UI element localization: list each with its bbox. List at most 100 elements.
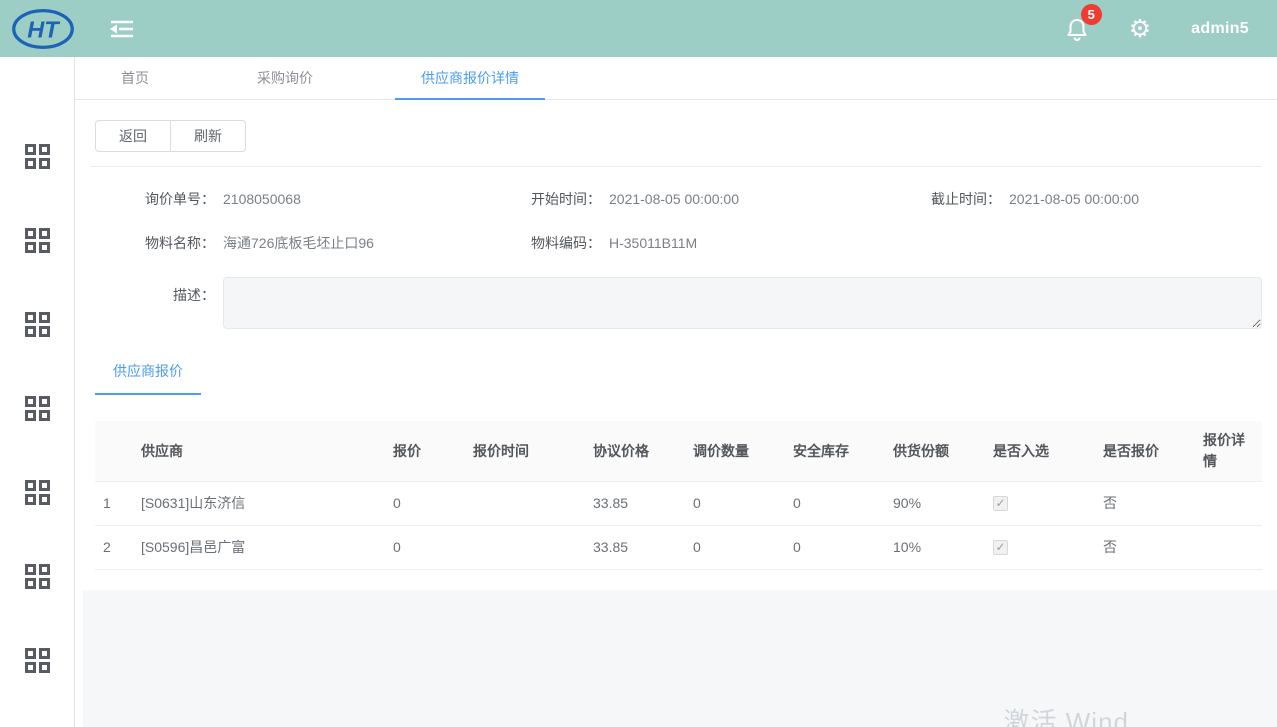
sidebar-item-2[interactable] [25, 223, 50, 258]
logo-text: HT [27, 16, 61, 42]
quote-cell: 0 [385, 481, 465, 525]
material-name-value: 海通726底板毛坯止口96 [223, 233, 374, 253]
toolbar: 返回 刷新 [75, 100, 1277, 152]
sidebar-item-1[interactable] [25, 139, 50, 174]
topbar-right: 5 ⚙ admin5 [1065, 16, 1249, 42]
quote-detail-cell [1195, 481, 1262, 525]
toolbar-button-group: 返回 刷新 [95, 120, 246, 152]
sidebar [0, 57, 75, 727]
field-end-time: 截止时间： 2021-08-05 00:00:00 [905, 189, 1262, 209]
quotes-table: 供应商 报价 报价时间 协议价格 调价数量 安全库存 供货份额 是否入选 是否报… [95, 421, 1262, 570]
field-material-code: 物料编码： H-35011B11M [505, 233, 905, 253]
end-time-value: 2021-08-05 00:00:00 [1009, 191, 1139, 207]
activate-windows-watermark: 激活 Wind [1004, 702, 1129, 727]
apps-grid-icon [25, 480, 50, 505]
quote-detail-cell [1195, 525, 1262, 569]
field-start-time: 开始时间： 2021-08-05 00:00:00 [505, 189, 905, 209]
col-quoted: 是否报价 [1095, 421, 1195, 481]
selected-cell: ✓ [985, 525, 1095, 569]
adjust-qty-cell: 0 [685, 481, 785, 525]
description-input[interactable] [223, 277, 1262, 329]
col-supplier: 供应商 [133, 421, 385, 481]
sidebar-item-4[interactable] [25, 391, 50, 426]
main-area: 首页 采购询价 供应商报价详情 返回 刷新 询价单号： 2108050068 [75, 57, 1277, 727]
selected-checkbox[interactable]: ✓ [993, 496, 1008, 511]
supplier-cell: [S0631]山东济信 [133, 481, 385, 525]
inquiry-no-label: 询价单号： [95, 189, 215, 209]
quoted-cell: 否 [1095, 525, 1195, 569]
inquiry-no-value: 2108050068 [223, 191, 301, 207]
apps-grid-icon [25, 396, 50, 421]
start-time-label: 开始时间： [505, 189, 601, 209]
table-row: 2 [S0596]昌邑广富 0 33.85 0 0 10% ✓ 否 [95, 525, 1262, 569]
quote-time-cell [465, 525, 585, 569]
sidebar-item-6[interactable] [25, 559, 50, 594]
inquiry-form: 询价单号： 2108050068 开始时间： 2021-08-05 00:00:… [75, 167, 1277, 347]
supply-share-cell: 90% [885, 481, 985, 525]
form-row-1: 询价单号： 2108050068 开始时间： 2021-08-05 00:00:… [95, 189, 1262, 209]
quote-subtabs: 供应商报价 [75, 351, 1277, 395]
row-index: 1 [95, 481, 133, 525]
col-quote-detail: 报价详情 [1195, 421, 1262, 481]
col-quote: 报价 [385, 421, 465, 481]
end-time-label: 截止时间： [905, 189, 1001, 209]
menu-fold-icon[interactable] [108, 17, 136, 41]
description-label: 描述： [95, 277, 215, 305]
sidebar-item-5[interactable] [25, 475, 50, 510]
supplier-cell: [S0596]昌邑广富 [133, 525, 385, 569]
safety-stock-cell: 0 [785, 525, 885, 569]
form-row-2: 物料名称： 海通726底板毛坯止口96 物料编码： H-35011B11M [95, 233, 1262, 253]
top-bar: HT 5 ⚙ admin5 [0, 0, 1277, 57]
back-button[interactable]: 返回 [95, 120, 170, 152]
selected-checkbox[interactable]: ✓ [993, 540, 1008, 555]
apps-grid-icon [25, 648, 50, 673]
notification-bell-icon[interactable]: 5 [1065, 16, 1089, 42]
selected-cell: ✓ [985, 481, 1095, 525]
col-supply-share: 供货份额 [885, 421, 985, 481]
tab-home[interactable]: 首页 [95, 57, 175, 100]
refresh-button[interactable]: 刷新 [170, 120, 246, 152]
table-row: 1 [S0631]山东济信 0 33.85 0 0 90% ✓ 否 [95, 481, 1262, 525]
page-tabs: 首页 采购询价 供应商报价详情 [75, 57, 1277, 100]
field-material-name: 物料名称： 海通726底板毛坯止口96 [95, 233, 505, 253]
apps-grid-icon [25, 312, 50, 337]
field-inquiry-no: 询价单号： 2108050068 [95, 189, 505, 209]
sidebar-item-7[interactable] [25, 643, 50, 678]
user-menu[interactable]: admin5 [1191, 20, 1249, 38]
quote-time-cell [465, 481, 585, 525]
logo-icon: HT [10, 6, 76, 52]
quotes-table-wrap: 供应商 报价 报价时间 协议价格 调价数量 安全库存 供货份额 是否入选 是否报… [95, 421, 1262, 570]
apps-grid-icon [25, 564, 50, 589]
agreement-price-cell: 33.85 [585, 481, 685, 525]
app-root: HT 5 ⚙ admin5 [0, 0, 1277, 727]
adjust-qty-cell: 0 [685, 525, 785, 569]
apps-grid-icon [25, 144, 50, 169]
col-adjust-qty: 调价数量 [685, 421, 785, 481]
col-safety-stock: 安全库存 [785, 421, 885, 481]
col-index [95, 421, 133, 481]
table-header-row: 供应商 报价 报价时间 协议价格 调价数量 安全库存 供货份额 是否入选 是否报… [95, 421, 1262, 481]
body-wrap: 首页 采购询价 供应商报价详情 返回 刷新 询价单号： 2108050068 [0, 57, 1277, 727]
row-index: 2 [95, 525, 133, 569]
subtab-supplier-quotes[interactable]: 供应商报价 [95, 351, 201, 395]
bottom-panel: 激活 Wind [83, 590, 1277, 727]
tab-purchase-inquiry[interactable]: 采购询价 [231, 57, 339, 100]
quote-cell: 0 [385, 525, 465, 569]
start-time-value: 2021-08-05 00:00:00 [609, 191, 739, 207]
quoted-cell: 否 [1095, 481, 1195, 525]
col-selected: 是否入选 [985, 421, 1095, 481]
field-description: 描述： [95, 277, 1262, 329]
sidebar-item-3[interactable] [25, 307, 50, 342]
tab-supplier-quote-detail[interactable]: 供应商报价详情 [395, 57, 545, 100]
col-quote-time: 报价时间 [465, 421, 585, 481]
gear-icon[interactable]: ⚙ [1129, 16, 1151, 41]
apps-grid-icon [25, 228, 50, 253]
col-agreement-price: 协议价格 [585, 421, 685, 481]
company-logo: HT [10, 6, 76, 52]
material-code-label: 物料编码： [505, 233, 601, 253]
safety-stock-cell: 0 [785, 481, 885, 525]
supply-share-cell: 10% [885, 525, 985, 569]
notification-badge: 5 [1081, 4, 1102, 25]
material-code-value: H-35011B11M [609, 235, 697, 251]
material-name-label: 物料名称： [95, 233, 215, 253]
